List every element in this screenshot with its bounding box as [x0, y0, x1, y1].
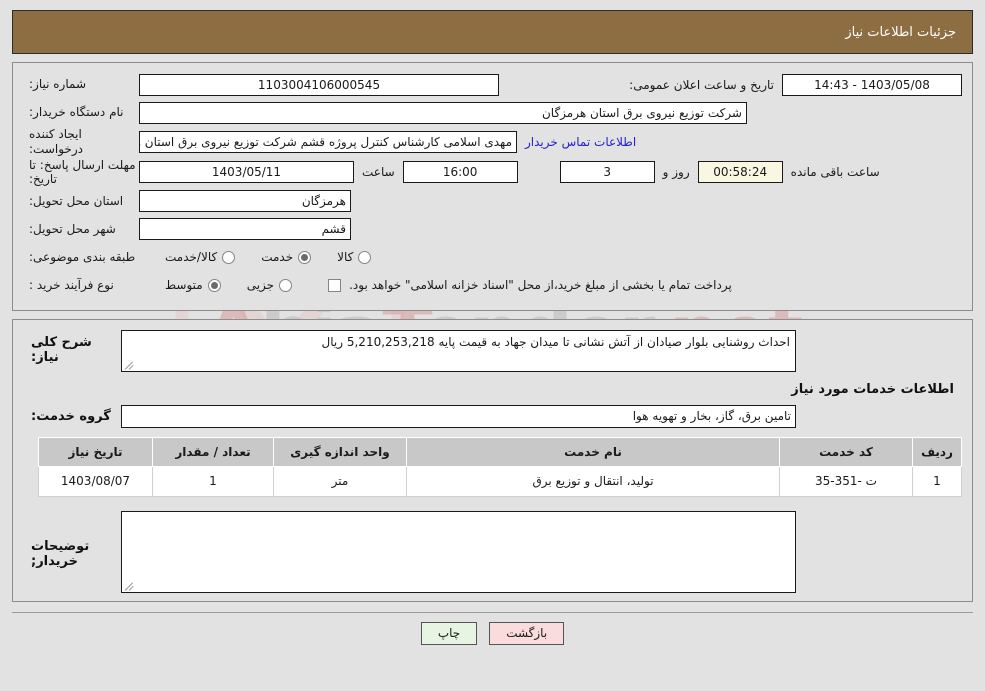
radio-kala-khedmat-icon[interactable] [222, 250, 236, 264]
col-header-date: تاریخ نیاز [38, 436, 153, 467]
table-header-row: ردیف کد خدمت نام خدمت واحد اندازه گیری ت… [38, 436, 962, 467]
col-header-code: کد خدمت [779, 436, 913, 467]
deadline-date-field[interactable]: 1403/05/11 [139, 161, 354, 184]
category-radio-group: کالا خدمت کالا/خدمت [139, 250, 372, 265]
row-city: قشم شهر محل تحویل: [23, 216, 962, 243]
row-creator: اطلاعات تماس خریدار مهدی اسلامی کارشناس … [23, 127, 962, 157]
need-info-panel: 1403/05/08 - 14:43 تاریخ و ساعت اعلان عم… [12, 62, 973, 311]
cell-name: تولید، انتقال و توزیع برق [406, 465, 780, 497]
days-label: روز و [662, 165, 690, 180]
general-desc-textarea[interactable]: احداث روشنایی بلوار صیادان از آتش نشانی … [121, 329, 796, 372]
general-desc-label: شرح کلی نیاز: [31, 334, 92, 365]
deadline-hour-label: ساعت [362, 165, 395, 180]
buyer-notes-textarea[interactable] [121, 510, 796, 593]
category-option-kala[interactable]: کالا [337, 250, 372, 265]
resize-grip-icon [124, 360, 135, 370]
need-number-label: شماره نیاز: [29, 77, 86, 91]
row-service-group: تامین برق، گاز، بخار و تهویه هوا گروه خد… [23, 404, 962, 428]
category-option-khedmat[interactable]: خدمت [261, 250, 312, 265]
purchase-type-radio-group: جزیی متوسط [139, 278, 293, 293]
purchase-label-motevaset: متوسط [165, 278, 203, 293]
delivery-province-label: استان محل تحویل: [29, 193, 124, 208]
page-title-bar: جزئیات اطلاعات نیاز [12, 10, 973, 54]
cell-code: ت -351-35 [779, 465, 913, 497]
category-label-khedmat: خدمت [261, 250, 294, 265]
category-label-kala-khedmat: کالا/خدمت [165, 250, 218, 265]
delivery-city-label: شهر محل تحویل: [29, 221, 116, 236]
page-root: جزئیات اطلاعات نیاز 1403/05/08 - 14:43 ت… [0, 0, 985, 645]
category-option-kala-khedmat[interactable]: کالا/خدمت [165, 250, 236, 265]
services-table: ردیف کد خدمت نام خدمت واحد اندازه گیری ت… [38, 436, 962, 497]
radio-motevaset-icon[interactable] [207, 278, 221, 292]
button-bar: بازگشت چاپ [12, 611, 973, 645]
creator-label: ایجاد کننده درخواست: [29, 127, 83, 156]
deadline-hour-field[interactable]: 16:00 [402, 161, 518, 184]
services-section-title: اطلاعات خدمات مورد نیاز [791, 381, 954, 397]
radio-jozei-icon[interactable] [279, 278, 293, 292]
row-deadline: ساعت باقی مانده 00:58:24 روز و 3 16:00 س… [23, 158, 962, 187]
resize-grip-icon-2 [124, 581, 135, 591]
countdown-days-field: 3 [559, 161, 655, 184]
page-title: جزئیات اطلاعات نیاز [845, 24, 956, 40]
announce-datetime-label: تاریخ و ساعت اعلان عمومی: [629, 77, 774, 92]
row-general-desc: احداث روشنایی بلوار صیادان از آتش نشانی … [23, 329, 962, 372]
row-province: هرمزگان استان محل تحویل: [23, 188, 962, 215]
cell-radif: 1 [912, 465, 962, 497]
creator-field[interactable]: مهدی اسلامی کارشناس کنترل پروژه قشم شرکت… [139, 131, 517, 153]
col-header-radif: ردیف [912, 436, 962, 467]
radio-kala-icon[interactable] [358, 250, 372, 264]
delivery-province-field[interactable]: هرمزگان [139, 190, 351, 213]
col-header-unit: واحد اندازه گیری [273, 436, 407, 467]
deadline-label: مهلت ارسال پاسخ: تا تاریخ: [29, 158, 136, 187]
purchase-type-label: نوع فرآیند خرید : [29, 277, 114, 292]
remaining-label: ساعت باقی مانده [790, 165, 880, 180]
need-number-field[interactable]: 1103004106000545 [139, 73, 499, 96]
col-header-qty: تعداد / مقدار [152, 436, 274, 467]
treasury-checkbox[interactable] [328, 278, 342, 292]
row-purchase-type: پرداخت تمام یا بخشی از مبلغ خرید،از محل … [23, 272, 962, 299]
announce-datetime-field[interactable]: 1403/05/08 - 14:43 [782, 73, 962, 96]
countdown-clock-field: 00:58:24 [697, 161, 783, 184]
back-button[interactable]: بازگشت [489, 621, 565, 645]
row-buyer-org: شرکت توزیع نیروی برق استان هرمزگان نام د… [23, 99, 962, 126]
service-group-label: گروه خدمت: [31, 408, 111, 424]
col-header-name: نام خدمت [406, 436, 780, 467]
delivery-city-field[interactable]: قشم [139, 218, 351, 241]
buyer-org-field[interactable]: شرکت توزیع نیروی برق استان هرمزگان [139, 101, 747, 124]
table-row: 1 ت -351-35 تولید، انتقال و توزیع برق مت… [38, 465, 962, 497]
buyer-contact-link[interactable]: اطلاعات تماس خریدار [517, 135, 644, 149]
cell-qty: 1 [152, 465, 274, 497]
category-label: طبقه بندی موضوعی: [29, 249, 136, 264]
service-details-panel: احداث روشنایی بلوار صیادان از آتش نشانی … [12, 318, 973, 602]
service-group-field[interactable]: تامین برق، گاز، بخار و تهویه هوا [121, 404, 796, 428]
print-button[interactable]: چاپ [420, 621, 478, 645]
purchase-option-jozei[interactable]: جزیی [246, 278, 293, 293]
row-need-number: 1403/05/08 - 14:43 تاریخ و ساعت اعلان عم… [23, 71, 962, 98]
treasury-note-text: پرداخت تمام یا بخشی از مبلغ خرید،از محل … [349, 278, 732, 293]
buyer-org-label: نام دستگاه خریدار: [29, 105, 124, 119]
purchase-label-jozei: جزیی [246, 278, 275, 293]
cell-date: 1403/08/07 [38, 465, 153, 497]
row-category: کالا خدمت کالا/خدمت طبقه بندی موضوعی: [23, 244, 962, 271]
category-label-kala: کالا [337, 250, 354, 265]
cell-unit: متر [273, 465, 407, 497]
purchase-option-motevaset[interactable]: متوسط [165, 278, 221, 292]
radio-khedmat-icon[interactable] [298, 250, 312, 264]
buyer-notes-label: توضیحات خریدار; [31, 538, 90, 569]
row-buyer-notes: توضیحات خریدار; [23, 510, 962, 593]
